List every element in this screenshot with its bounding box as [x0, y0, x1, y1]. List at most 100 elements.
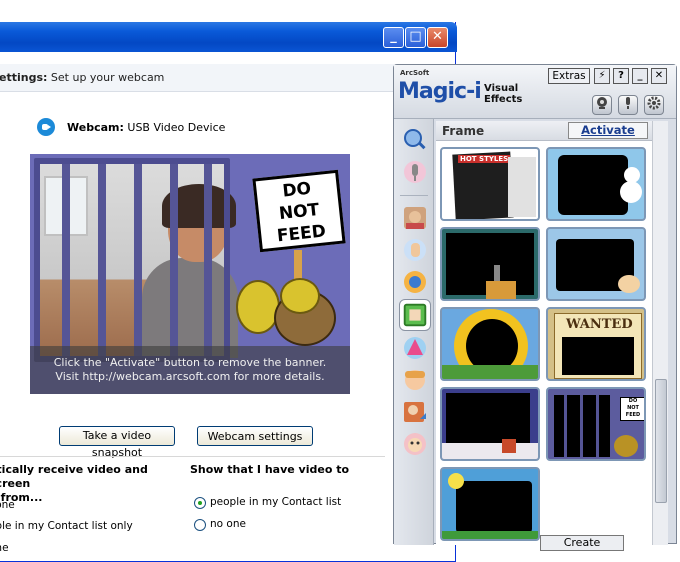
sign-line: FEED: [625, 412, 641, 418]
microphone-icon: [626, 97, 630, 109]
photo-effect-icon[interactable]: [402, 399, 428, 425]
radio-unselected[interactable]: [194, 519, 206, 531]
frame-photo-area: [456, 481, 532, 533]
mini-sign: DO NOT FEED: [620, 397, 644, 421]
podium-microphone: [494, 265, 500, 281]
webcam-icon: [597, 97, 607, 109]
option-label: no one: [210, 518, 246, 530]
avatar-effect-icon[interactable]: [402, 205, 428, 231]
frame-thumbnail-cartoon[interactable]: [546, 227, 646, 301]
maximize-button[interactable]: □: [405, 27, 426, 48]
podium: [486, 281, 516, 299]
webcam-settings-button[interactable]: Webcam settings: [197, 426, 313, 446]
effect-category-sidebar: [394, 119, 434, 545]
gallery-scrollbar[interactable]: [652, 121, 668, 545]
face-paint-icon[interactable]: [402, 367, 428, 393]
receive-heading: atically receive video and screen n from…: [0, 463, 148, 504]
extras-button[interactable]: Extras: [548, 68, 590, 84]
receive-option-contacts-only[interactable]: ople in my Contact list only: [0, 520, 133, 532]
frame-thumbnail-night[interactable]: [440, 387, 540, 461]
panel-title: Frame: [442, 124, 485, 138]
frame-caption: HOT STYLES: [458, 155, 511, 163]
cage-bar: [564, 395, 567, 457]
option-label: yone: [0, 499, 15, 511]
logo-sub-line: Effects: [484, 94, 523, 105]
close-icon: ✕: [654, 70, 664, 81]
makeup-effect-icon[interactable]: [402, 431, 428, 457]
frame-gallery-panel: Frame Activate HOT STYLES WANTED DO NOT …: [436, 121, 652, 545]
frame-caption: WANTED: [566, 317, 633, 332]
webcam-icon: [37, 118, 55, 136]
step-description: Set up your webcam: [50, 71, 165, 84]
do-not-feed-sign: DO NOT FEED: [252, 169, 346, 253]
step-label: ettings:: [0, 71, 48, 84]
cage-frame: [34, 158, 230, 362]
banner-line: Click the "Activate" button to remove th…: [53, 356, 327, 369]
section-divider: [0, 456, 385, 457]
webcam-toggle-button[interactable]: [592, 95, 612, 115]
trial-banner: Click the "Activate" button to remove th…: [30, 346, 350, 394]
grass-ground: [442, 531, 538, 539]
frame-thumbnail-do-not-feed[interactable]: DO NOT FEED: [546, 387, 646, 461]
minimize-button[interactable]: _: [383, 27, 404, 48]
lightning-icon: ⚡: [598, 70, 606, 81]
show-option-no-one[interactable]: no one: [194, 518, 246, 531]
close-button[interactable]: ✕: [427, 27, 448, 48]
show-option-contacts[interactable]: people in my Contact list: [194, 496, 341, 509]
lightning-button[interactable]: ⚡: [594, 68, 610, 84]
magic-effect-icon[interactable]: [402, 269, 428, 295]
voice-microphone-icon[interactable]: [402, 159, 428, 185]
logo-subtitle: Visual Effects: [484, 83, 522, 105]
microphone-button[interactable]: [618, 95, 638, 115]
cartoon-monkey: [280, 278, 320, 314]
face-tracking-icon[interactable]: [402, 127, 428, 153]
cage-bar: [580, 395, 583, 457]
webcam-preview: DO NOT FEED Click the "Activate" button …: [30, 154, 350, 394]
settings-button[interactable]: [644, 95, 664, 115]
cage-bar: [596, 395, 599, 457]
help-icon: ?: [618, 70, 624, 81]
moon-icon: [448, 473, 464, 489]
option-label: people in my Contact list: [210, 496, 342, 508]
frame-effect-icon[interactable]: [399, 299, 431, 331]
cartoon-character: [502, 439, 516, 453]
activate-button[interactable]: Activate: [568, 122, 648, 139]
frame-thumbnail-sunflower[interactable]: [440, 307, 540, 381]
close-button[interactable]: ✕: [651, 68, 667, 84]
scrollbar-thumb[interactable]: [655, 379, 667, 503]
cage-bar: [204, 164, 212, 356]
cartoon-monkey: [236, 280, 280, 334]
snow-ground: [442, 443, 538, 459]
frame-thumbnail-moon[interactable]: [440, 467, 540, 541]
sign-line: DO: [628, 398, 638, 404]
logo-sub-line: Visual: [484, 83, 519, 94]
take-snapshot-button[interactable]: Take a video snapshot: [59, 426, 175, 459]
app-logo: Magic-i: [398, 79, 482, 104]
hand-gesture-icon[interactable]: [402, 237, 428, 263]
sunflower-leaves: [442, 365, 538, 379]
webcam-label-group: Webcam: USB Video Device: [67, 121, 225, 134]
minimize-button[interactable]: _: [632, 68, 648, 84]
receive-option-everyone[interactable]: yone: [0, 499, 15, 511]
frame-thumbnail-wanted[interactable]: WANTED: [546, 307, 646, 381]
brand-label: ArcSoft: [400, 69, 430, 77]
create-button[interactable]: Create: [540, 535, 624, 551]
help-button[interactable]: ?: [613, 68, 629, 84]
accessory-effect-icon[interactable]: [402, 335, 428, 361]
radio-selected[interactable]: [194, 497, 206, 509]
magic-header[interactable]: ArcSoft Magic-i Visual Effects Extras ⚡ …: [394, 65, 676, 119]
frame-thumbnail-podium[interactable]: [440, 227, 540, 301]
minimize-icon: _: [637, 70, 643, 81]
cage-bar: [170, 164, 178, 356]
frame-thumbnail-snowman[interactable]: [546, 147, 646, 221]
webcam-device: USB Video Device: [127, 121, 226, 134]
cartoon-character: [618, 275, 640, 293]
step-title: ettings: Set up your webcam: [0, 71, 164, 84]
title-bar[interactable]: _ □ ✕: [0, 22, 457, 52]
gear-icon: [647, 96, 661, 110]
frame-thumbnail-hot-styles[interactable]: HOT STYLES: [440, 147, 540, 221]
option-label: ople in my Contact list only: [0, 520, 133, 532]
show-heading: Show that I have video to: [190, 463, 350, 476]
cage-bar: [134, 164, 142, 356]
sidebar-separator: [400, 195, 428, 196]
